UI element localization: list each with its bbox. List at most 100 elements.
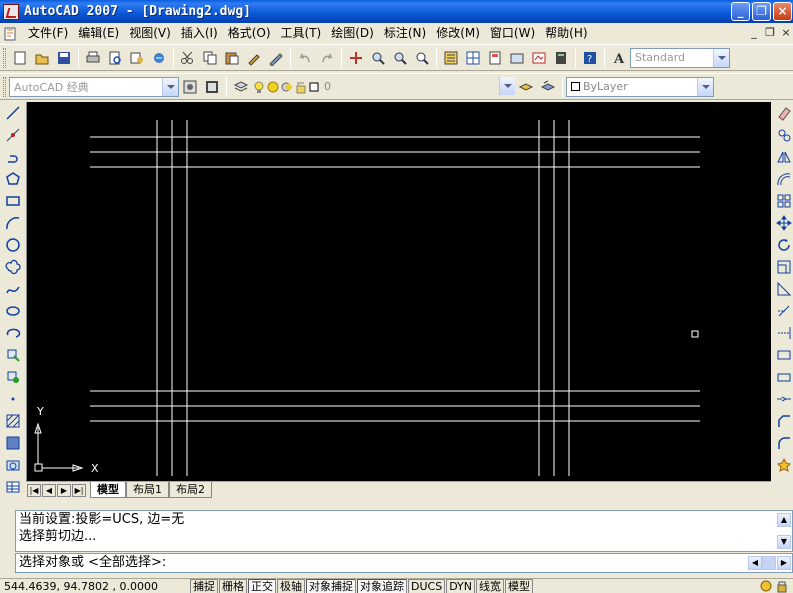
dyn-toggle[interactable]: DYN bbox=[446, 579, 476, 593]
calculator-icon[interactable] bbox=[550, 47, 572, 69]
chevron-down-icon[interactable] bbox=[713, 48, 729, 67]
document-icon[interactable] bbox=[3, 26, 19, 42]
publish-icon[interactable] bbox=[126, 47, 148, 69]
toolbar-grip[interactable] bbox=[3, 76, 6, 97]
block-editor-icon[interactable] bbox=[265, 47, 287, 69]
array-icon[interactable] bbox=[773, 190, 793, 212]
scroll-right-button[interactable]: ▶ bbox=[777, 556, 791, 570]
color-control-select[interactable]: ByLayer bbox=[566, 76, 714, 97]
my-workspace-icon[interactable] bbox=[201, 76, 223, 98]
markup-set-manager-icon[interactable] bbox=[528, 47, 550, 69]
mdi-close-button[interactable]: × bbox=[779, 26, 793, 40]
ellipse-arc-icon[interactable] bbox=[2, 322, 24, 344]
make-block-icon[interactable] bbox=[2, 366, 24, 388]
match-properties-icon[interactable] bbox=[243, 47, 265, 69]
layer-previous-icon[interactable] bbox=[537, 76, 559, 98]
mirror-icon[interactable] bbox=[773, 146, 793, 168]
text-style-select[interactable]: Standard bbox=[630, 47, 730, 68]
menu-item[interactable]: 文件(F) bbox=[23, 23, 73, 44]
properties-icon[interactable] bbox=[440, 47, 462, 69]
chamfer-icon[interactable] bbox=[773, 410, 793, 432]
redo-icon[interactable] bbox=[316, 47, 338, 69]
tab-layout1[interactable]: 布局1 bbox=[126, 482, 169, 498]
ducs-toggle[interactable]: DUCS bbox=[408, 579, 446, 593]
copy-icon[interactable] bbox=[199, 47, 221, 69]
horizontal-scroll-thumb[interactable] bbox=[762, 556, 776, 570]
layer-viewport-freeze-icon[interactable] bbox=[280, 76, 294, 98]
menu-item[interactable]: 标注(N) bbox=[379, 23, 431, 44]
table-icon[interactable] bbox=[2, 476, 24, 498]
erase-icon[interactable] bbox=[773, 102, 793, 124]
zoom-realtime-icon[interactable] bbox=[367, 47, 389, 69]
menu-item[interactable]: 修改(M) bbox=[431, 23, 485, 44]
lineweight-toggle[interactable]: 线宽 bbox=[476, 579, 505, 593]
open-file-icon[interactable] bbox=[31, 47, 53, 69]
tool-palettes-icon[interactable] bbox=[484, 47, 506, 69]
construction-line-icon[interactable] bbox=[2, 124, 24, 146]
chevron-down-icon[interactable] bbox=[162, 77, 178, 96]
layer-properties-icon[interactable] bbox=[230, 76, 252, 98]
insert-block-icon[interactable] bbox=[2, 344, 24, 366]
explode-icon[interactable] bbox=[773, 454, 793, 476]
help-icon[interactable]: ? bbox=[579, 47, 601, 69]
ortho-toggle[interactable]: 正交 bbox=[248, 579, 276, 593]
tab-layout2[interactable]: 布局2 bbox=[169, 482, 212, 498]
layer-select[interactable]: 0 bbox=[320, 76, 515, 97]
cut-icon[interactable] bbox=[177, 47, 199, 69]
chevron-down-icon[interactable] bbox=[697, 77, 713, 96]
menu-item[interactable]: 格式(O) bbox=[223, 23, 276, 44]
autocad-app-icon[interactable] bbox=[3, 3, 19, 20]
menu-item[interactable]: 绘图(D) bbox=[326, 23, 379, 44]
circle-icon[interactable] bbox=[2, 234, 24, 256]
grid-toggle[interactable]: 栅格 bbox=[219, 579, 247, 593]
stretch-icon[interactable] bbox=[773, 278, 793, 300]
pan-realtime-icon[interactable] bbox=[345, 47, 367, 69]
rectangle-icon[interactable] bbox=[2, 190, 24, 212]
point-icon[interactable] bbox=[2, 388, 24, 410]
previous-tab-button[interactable]: ◀ bbox=[42, 483, 56, 497]
design-center-icon[interactable] bbox=[462, 47, 484, 69]
offset-icon[interactable] bbox=[773, 168, 793, 190]
text-style-icon[interactable]: A bbox=[608, 47, 630, 69]
drawing-area[interactable]: Y X bbox=[26, 102, 771, 481]
hatch-icon[interactable] bbox=[2, 410, 24, 432]
scroll-down-button[interactable]: ▼ bbox=[777, 535, 791, 549]
menu-item[interactable]: 编辑(E) bbox=[73, 23, 124, 44]
menu-item[interactable]: 窗口(W) bbox=[485, 23, 540, 44]
restore-button[interactable]: ❐ bbox=[752, 2, 771, 21]
save-icon[interactable] bbox=[53, 47, 75, 69]
menu-item[interactable]: 视图(V) bbox=[124, 23, 176, 44]
model-toggle[interactable]: 模型 bbox=[505, 579, 534, 593]
new-file-icon[interactable] bbox=[9, 47, 31, 69]
copy-object-icon[interactable] bbox=[773, 124, 793, 146]
line-icon[interactable] bbox=[2, 102, 24, 124]
zoom-window-icon[interactable] bbox=[389, 47, 411, 69]
revision-cloud-icon[interactable] bbox=[2, 256, 24, 278]
spline-icon[interactable] bbox=[2, 278, 24, 300]
polar-toggle[interactable]: 极轴 bbox=[277, 579, 305, 593]
undo-icon[interactable] bbox=[294, 47, 316, 69]
move-icon[interactable] bbox=[773, 212, 793, 234]
workspace-select[interactable]: AutoCAD 经典 bbox=[9, 76, 179, 97]
print-icon[interactable] bbox=[82, 47, 104, 69]
sheet-set-manager-icon[interactable] bbox=[506, 47, 528, 69]
mdi-restore-button[interactable]: ❐ bbox=[763, 26, 777, 40]
fillet-icon[interactable] bbox=[773, 432, 793, 454]
layer-lock-icon[interactable] bbox=[294, 76, 308, 98]
menu-item[interactable]: 工具(T) bbox=[276, 23, 327, 44]
command-history[interactable]: 当前设置:投影=UCS, 边=无 选择剪切边... ▲ ▼ bbox=[15, 510, 793, 552]
toolbar-grip[interactable] bbox=[3, 47, 6, 68]
gradient-icon[interactable] bbox=[2, 432, 24, 454]
chevron-down-icon[interactable] bbox=[499, 76, 515, 95]
command-line[interactable]: 选择对象或 <全部选择>: ◀ ▶ bbox=[15, 553, 793, 573]
layer-on-bulb-icon[interactable] bbox=[252, 76, 266, 98]
next-tab-button[interactable]: ▶ bbox=[57, 483, 71, 497]
snap-toggle[interactable]: 捕捉 bbox=[190, 579, 218, 593]
tab-model[interactable]: 模型 bbox=[90, 482, 126, 498]
otrack-toggle[interactable]: 对象追踪 bbox=[357, 579, 407, 593]
menu-item[interactable]: 帮助(H) bbox=[540, 23, 592, 44]
close-button[interactable]: × bbox=[773, 2, 792, 21]
scroll-up-button[interactable]: ▲ bbox=[777, 513, 791, 527]
arc-icon[interactable] bbox=[2, 212, 24, 234]
layer-freeze-sun-icon[interactable] bbox=[266, 76, 280, 98]
